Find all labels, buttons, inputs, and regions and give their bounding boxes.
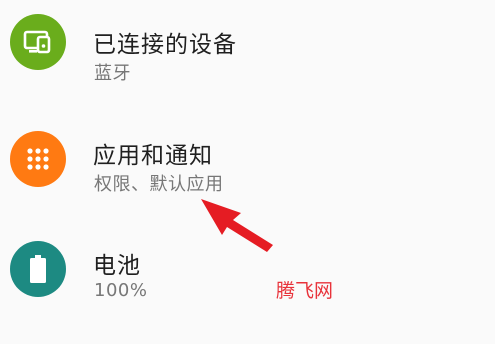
settings-screen: 已连接的设备 蓝牙 应用和通知 权限、默认应用 电池 100% 腾飞网: [0, 0, 495, 344]
watermark: 腾飞网: [276, 280, 334, 302]
item-subtitle: 100%: [94, 280, 148, 301]
item-title: 电池: [93, 253, 141, 279]
apps-grid-icon: [10, 131, 66, 187]
item-title: 应用和通知: [93, 143, 213, 169]
battery-icon: [10, 241, 66, 297]
settings-item-connected-devices[interactable]: 已连接的设备 蓝牙: [0, 0, 495, 100]
item-title: 已连接的设备: [93, 32, 237, 58]
connected-devices-icon: [10, 14, 66, 70]
item-subtitle: 蓝牙: [94, 63, 131, 84]
annotation-arrow-icon: [195, 193, 280, 259]
